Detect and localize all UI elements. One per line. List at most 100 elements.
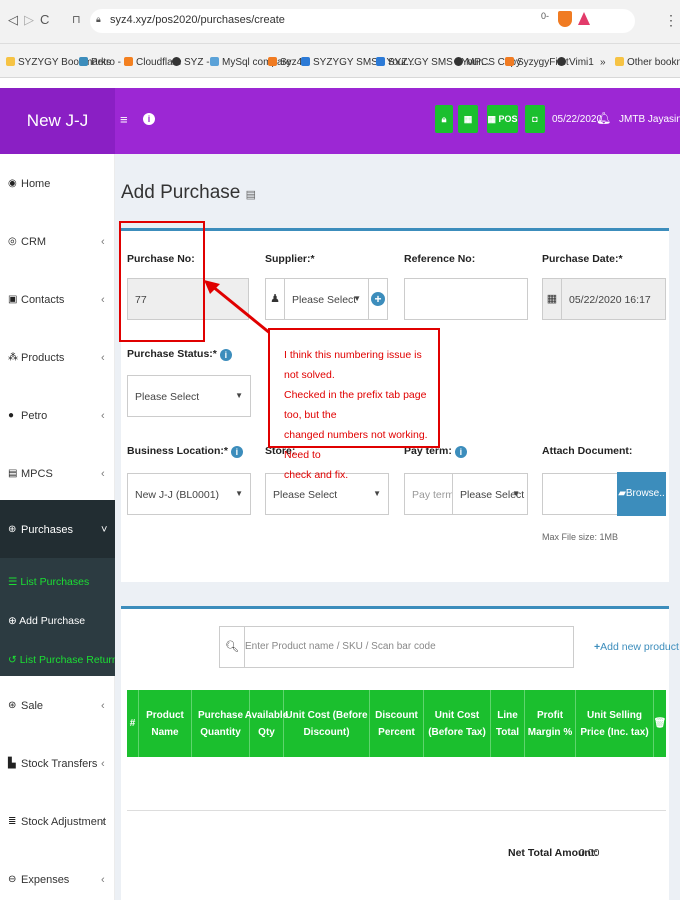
attach-document-label: Attach Document: [542,445,633,457]
back-icon[interactable]: ◁ [8,12,18,28]
chevron-left-icon: ‹ [101,468,105,480]
brand-logo[interactable]: New J-J [0,88,115,154]
sidebar-item-label: Petro [21,410,48,422]
other-bookmarks[interactable]: Other bookmarks [615,57,680,68]
info-icon: i [230,446,243,458]
brave-shield-icon[interactable] [558,11,572,27]
key-icon[interactable]: 0- [541,11,555,27]
table-divider [127,810,666,811]
sidebar-item-label: Purchases [21,524,73,536]
column-header: Unit Cost (Before Tax) [424,690,491,757]
drop-icon: ● [8,410,15,421]
sidebar-item-expenses[interactable]: ⊖ Expenses ‹ [0,850,115,900]
submenu-add-purchase[interactable]: ⊕ Add Purchase [8,615,85,627]
column-header: Purchase Quantity [192,690,250,757]
brave-rewards-icon[interactable] [577,11,591,27]
chevron-left-icon: ‹ [101,294,105,306]
lock-button[interactable]: 🔒︎ [435,105,453,133]
supplier-label: Supplier:* [265,253,315,265]
sidebar-item-label: Home [21,178,51,190]
attach-document-input[interactable] [542,473,618,515]
trash-icon: 🗑︎ [653,718,667,729]
list-icon: ▤ [8,468,18,479]
search-icon: 🔍︎ [220,627,245,667]
sidebar-item-label: Expenses [21,874,70,886]
annotation-note: I think this numbering issue is not solv… [268,328,440,481]
bookmark-page-icon[interactable]: ⊓ [72,13,81,26]
business-location-label: Business Location:* i [127,445,243,458]
tachometer-icon: ◉ [8,178,17,189]
product-search[interactable]: 🔍︎ Enter Product name / SKU / Scan bar c… [219,626,574,668]
sidebar-item-stock-adjustment[interactable]: ≣ Stock Adjustment ‹ [0,792,115,850]
column-header: Unit Selling Price (Inc. tax) [576,690,654,757]
sidebar-item-label: Stock Transfers [21,758,98,770]
database-icon: ≣ [8,816,17,827]
column-header: Product Name [139,690,192,757]
sidebar-toggle-icon[interactable]: ≡ [120,112,128,127]
bell-icon[interactable]: 🔔︎ [596,111,611,125]
sidebar-item-label: Sale [21,700,44,712]
product-search-input[interactable]: Enter Product name / SKU / Scan bar code [245,641,436,652]
sidebar-item-crm[interactable]: ◎ CRM ‹ [0,212,115,270]
sidebar-item-petro[interactable]: ● Petro ‹ [0,386,115,444]
purchase-status-select[interactable]: Please Select ▼ [127,375,251,417]
sidebar-item-purchases[interactable]: ⊕ Purchases ˅ [0,500,115,558]
column-header: # [127,690,139,757]
chevron-down-icon: ˅ [101,524,108,536]
add-new-product-link[interactable]: +Add new product [594,641,679,653]
info-icon[interactable]: i [143,113,155,125]
crm-icon: ◎ [8,236,17,247]
bookmarks-overflow[interactable]: » [600,57,606,68]
pos-button[interactable]: ▦ POS [487,105,518,133]
page-title: Add Purchase ▤ [121,182,257,203]
submenu-list-purchase-return[interactable]: ↺ List Purchase Return [8,654,118,666]
purchase-date-field[interactable]: 05/22/2020 16:17 [561,278,666,320]
sidebar-item-mpcs[interactable]: ▤ MPCS ‹ [0,444,115,502]
bookmark-item[interactable]: Syz4 [268,57,302,68]
browser-menu-icon[interactable]: ⋮ [664,12,678,29]
arrow-circle-icon: ⊛ [8,700,17,711]
sidebar-item-sale[interactable]: ⊛ Sale ‹ [0,676,115,734]
bookmark-item[interactable]: Petro - 2 [79,57,129,68]
chevron-left-icon: ‹ [101,700,105,712]
sidebar-item-home[interactable]: ◉ Home [0,154,115,212]
column-header: Line Total [491,690,525,757]
chevron-left-icon: ‹ [101,236,105,248]
sidebar-item-stock-transfers[interactable]: ▙ Stock Transfers ‹ [0,734,115,792]
calendar-icon: ▦ [542,278,562,320]
minus-circle-icon: ⊖ [8,874,17,885]
reference-no-input[interactable] [404,278,528,320]
sidebar-item-label: CRM [21,236,47,248]
url-text[interactable]: syz4.xyz/pos2020/purchases/create [110,14,285,26]
purchases-submenu: ☰ List Purchases ⊕ Add Purchase ↺ List P… [0,558,118,676]
forward-icon[interactable]: ▷ [24,12,34,28]
add-supplier-button[interactable]: + [368,278,388,320]
browser-toolbar: ◁ ▷ C ⊓ 🔒︎ syz4.xyz/pos2020/purchases/cr… [0,0,680,44]
browse-button[interactable]: ▰Browse.. [617,472,666,516]
reload-icon[interactable]: C [40,12,49,27]
sidebar-item-products[interactable]: ⁂ Products ‹ [0,328,115,386]
purchase-date-label: Purchase Date:* [542,253,623,265]
sidebar-item-label: Contacts [21,294,65,306]
bookmark-item[interactable]: Vimi1 [557,57,594,68]
calculator-button[interactable]: ▦ [458,105,478,133]
truck-icon: ▙ [8,758,16,769]
user-menu[interactable]: JMTB Jayasinghe [619,114,680,125]
submenu-list-purchases[interactable]: ☰ List Purchases [8,576,89,588]
cash-button[interactable]: ◘ [525,105,545,133]
sidebar-item-label: Stock Adjustment [21,816,106,828]
folder-icon: ▰ [618,488,626,499]
chevron-left-icon: ‹ [101,874,105,886]
info-icon: i [454,446,467,458]
info-icon: i [219,349,232,361]
bookmarks-bar: SYZYGY Bookmarks Petro - 2 Cloudflare SY… [0,44,680,78]
purchase-items-table-header: # Product Name Purchase Quantity Availab… [127,690,666,757]
supplier-select[interactable]: Please Select ▼ [284,278,369,320]
sidebar-item-contacts[interactable]: ▣ Contacts ‹ [0,270,115,328]
cubes-icon: ⁂ [8,352,18,363]
net-total-value: 0.00 [579,847,600,859]
pay-term-unit-select[interactable]: Please Select ▼ [452,473,528,515]
chevron-left-icon: ‹ [101,758,105,770]
current-date: 05/22/2020 [552,114,603,125]
business-location-select[interactable]: New J-J (BL0001) ▼ [127,473,251,515]
